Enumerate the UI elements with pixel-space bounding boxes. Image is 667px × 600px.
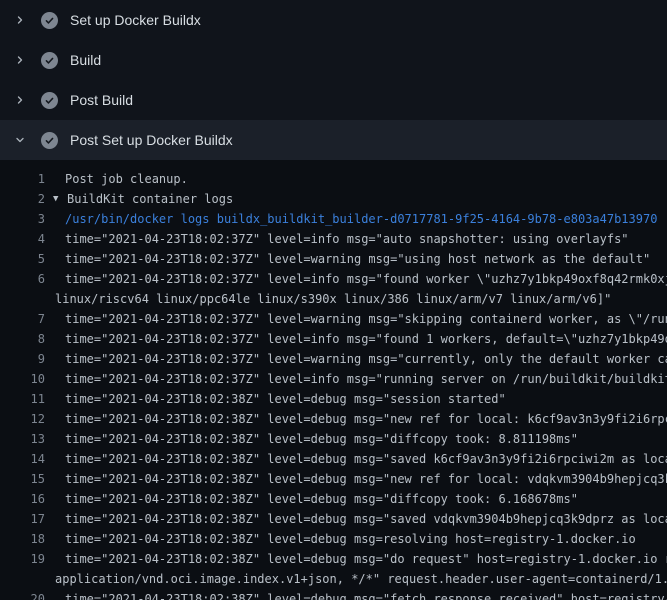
step-row-set-up-docker-buildx[interactable]: Set up Docker Buildx — [0, 0, 667, 40]
log-line: 7 time="2021-04-23T18:02:37Z" level=warni… — [0, 309, 667, 329]
line-number[interactable]: 14 — [0, 449, 45, 469]
step-row-build[interactable]: Build — [0, 40, 667, 80]
log-line: 18 time="2021-04-23T18:02:38Z" level=debu… — [0, 529, 667, 549]
log-line: 14 time="2021-04-23T18:02:38Z" level=debu… — [0, 449, 667, 469]
step-label: Build — [70, 52, 101, 68]
log-text: time="2021-04-23T18:02:38Z" level=debug … — [65, 389, 506, 409]
log-text: time="2021-04-23T18:02:38Z" level=debug … — [65, 549, 667, 569]
log-text: time="2021-04-23T18:02:38Z" level=debug … — [65, 529, 636, 549]
log-text: time="2021-04-23T18:02:37Z" level=info m… — [65, 329, 667, 349]
line-number[interactable]: 17 — [0, 509, 45, 529]
line-number[interactable]: 2 — [0, 189, 45, 209]
log-line: application/vnd.oci.image.index.v1+json,… — [0, 569, 667, 589]
log-line: 12 time="2021-04-23T18:02:38Z" level=debu… — [0, 409, 667, 429]
log-line: 8 time="2021-04-23T18:02:37Z" level=info … — [0, 329, 667, 349]
log-line: 10 time="2021-04-23T18:02:37Z" level=info… — [0, 369, 667, 389]
line-number[interactable]: 16 — [0, 489, 45, 509]
chevron-right-icon — [12, 12, 28, 28]
check-circle-icon — [41, 12, 58, 29]
log-text: time="2021-04-23T18:02:38Z" level=debug … — [65, 429, 578, 449]
line-number[interactable]: 19 — [0, 549, 45, 569]
chevron-right-icon — [12, 92, 28, 108]
log-line: 13 time="2021-04-23T18:02:38Z" level=debu… — [0, 429, 667, 449]
line-number[interactable]: 8 — [0, 329, 45, 349]
line-number[interactable]: 13 — [0, 429, 45, 449]
log-text: Post job cleanup. — [65, 169, 188, 189]
log-line: 19 time="2021-04-23T18:02:38Z" level=debu… — [0, 549, 667, 569]
log-text: time="2021-04-23T18:02:37Z" level=info m… — [65, 269, 667, 289]
check-circle-icon — [41, 92, 58, 109]
log-line: 11 time="2021-04-23T18:02:38Z" level=debu… — [0, 389, 667, 409]
line-number[interactable]: 4 — [0, 229, 45, 249]
log-text: time="2021-04-23T18:02:37Z" level=warnin… — [65, 349, 667, 369]
step-row-post-build[interactable]: Post Build — [0, 80, 667, 120]
log-text: linux/riscv64 linux/ppc64le linux/s390x … — [55, 289, 611, 309]
log-group-collapse-icon[interactable]: ▼ — [53, 189, 67, 209]
line-number[interactable]: 7 — [0, 309, 45, 329]
line-number — [0, 289, 45, 309]
line-number[interactable]: 15 — [0, 469, 45, 489]
log-line: 4 time="2021-04-23T18:02:37Z" level=info … — [0, 229, 667, 249]
line-number[interactable]: 9 — [0, 349, 45, 369]
log-group-row[interactable]: 2 ▼BuildKit container logs — [0, 189, 667, 209]
log-text: time="2021-04-23T18:02:38Z" level=debug … — [65, 489, 578, 509]
line-number[interactable]: 10 — [0, 369, 45, 389]
log-text: BuildKit container logs — [67, 189, 233, 209]
log-line: 5 time="2021-04-23T18:02:37Z" level=warni… — [0, 249, 667, 269]
log-line: 3/usr/bin/docker logs buildx_buildkit_bu… — [0, 209, 667, 229]
line-number[interactable]: 3 — [0, 209, 45, 229]
log-line: linux/riscv64 linux/ppc64le linux/s390x … — [0, 289, 667, 309]
log-text: time="2021-04-23T18:02:38Z" level=debug … — [65, 449, 667, 469]
log-text: time="2021-04-23T18:02:37Z" level=warnin… — [65, 249, 650, 269]
line-number[interactable]: 20 — [0, 589, 45, 600]
step-label: Set up Docker Buildx — [70, 12, 201, 28]
check-circle-icon — [41, 52, 58, 69]
line-number[interactable]: 1 — [0, 169, 45, 189]
log-line: 9 time="2021-04-23T18:02:37Z" level=warni… — [0, 349, 667, 369]
log-text: time="2021-04-23T18:02:37Z" level=warnin… — [65, 309, 667, 329]
line-number[interactable]: 11 — [0, 389, 45, 409]
log-text: application/vnd.oci.image.index.v1+json,… — [55, 569, 667, 589]
step-row-post-set-up-docker-buildx[interactable]: Post Set up Docker Buildx — [0, 120, 667, 160]
step-label: Post Build — [70, 92, 133, 108]
check-circle-icon — [41, 132, 58, 149]
log-line: 20 time="2021-04-23T18:02:38Z" level=debu… — [0, 589, 667, 600]
line-number[interactable]: 6 — [0, 269, 45, 289]
step-label: Post Set up Docker Buildx — [70, 132, 233, 148]
log-line: 16 time="2021-04-23T18:02:38Z" level=debu… — [0, 489, 667, 509]
chevron-down-icon — [12, 132, 28, 148]
line-number[interactable]: 18 — [0, 529, 45, 549]
log-text: time="2021-04-23T18:02:38Z" level=debug … — [65, 589, 667, 600]
log-text: time="2021-04-23T18:02:38Z" level=debug … — [65, 409, 667, 429]
log-command-text: /usr/bin/docker logs buildx_buildkit_bui… — [65, 209, 657, 229]
log-viewer[interactable]: 1 Post job cleanup. 2 ▼BuildKit container l… — [0, 160, 667, 600]
line-number — [0, 569, 45, 589]
log-line: 17 time="2021-04-23T18:02:38Z" level=debu… — [0, 509, 667, 529]
log-line: 6 time="2021-04-23T18:02:37Z" level=info … — [0, 269, 667, 289]
log-text: time="2021-04-23T18:02:38Z" level=debug … — [65, 469, 667, 489]
line-number[interactable]: 12 — [0, 409, 45, 429]
log-text: time="2021-04-23T18:02:37Z" level=info m… — [65, 369, 667, 389]
log-line: 15 time="2021-04-23T18:02:38Z" level=debu… — [0, 469, 667, 489]
log-text: time="2021-04-23T18:02:37Z" level=info m… — [65, 229, 629, 249]
log-text: time="2021-04-23T18:02:38Z" level=debug … — [65, 509, 667, 529]
log-line: 1 Post job cleanup. — [0, 169, 667, 189]
line-number[interactable]: 5 — [0, 249, 45, 269]
chevron-right-icon — [12, 52, 28, 68]
steps-list: Set up Docker Buildx Build Post Build Post … — [0, 0, 667, 160]
workflow-job-log-panel: Set up Docker Buildx Build Post Build Post … — [0, 0, 667, 600]
